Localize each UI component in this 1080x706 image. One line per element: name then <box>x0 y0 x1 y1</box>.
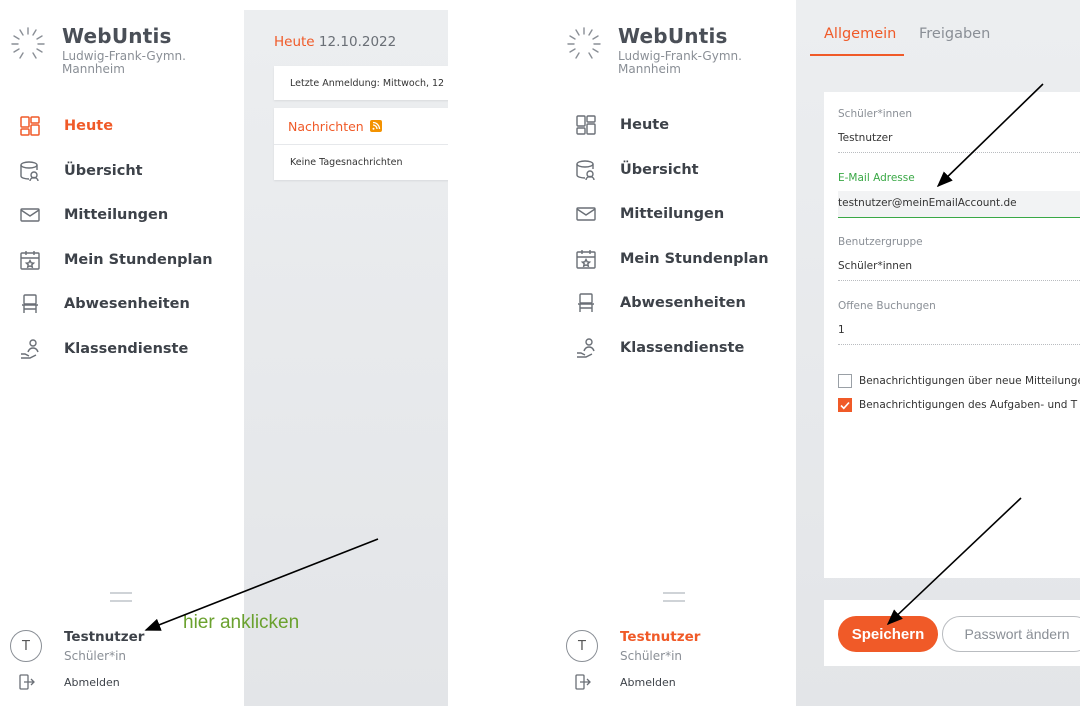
news-empty-text: Keine Tagesnachrichten <box>290 157 403 168</box>
user-name[interactable]: Testnutzer <box>620 629 700 645</box>
sidebar-nav: Heute Übersicht Mitteilungen Mein Stunde… <box>0 104 244 371</box>
sidebar-item-label: Heute <box>64 118 114 135</box>
sidebar-item-uebersicht[interactable]: Übersicht <box>556 148 796 193</box>
app-title: WebUntis <box>618 24 728 48</box>
school-name: Ludwig-Frank-Gymn. Mannheim <box>62 49 186 76</box>
left-screenshot: WebUntis Ludwig-Frank-Gymn. Mannheim Heu… <box>0 0 448 706</box>
active-tab-indicator <box>810 54 904 56</box>
sidebar-nav: Heute Übersicht Mitteilungen Mein Stunde… <box>556 103 796 370</box>
student-name-value: Testnutzer <box>838 132 1080 153</box>
calendar-icon <box>19 249 41 271</box>
logout-icon[interactable] <box>18 673 36 691</box>
logout-link[interactable]: Abmelden <box>64 676 120 689</box>
calendar-icon <box>575 248 597 270</box>
user-name[interactable]: Testnutzer <box>64 629 144 645</box>
user-role: Schüler*in <box>64 649 127 663</box>
sidebar-item-label: Abwesenheiten <box>620 295 746 312</box>
logout-link[interactable]: Abmelden <box>620 676 676 689</box>
field-label: E-Mail Adresse <box>838 172 915 184</box>
brand: WebUntis Ludwig-Frank-Gymn. Mannheim <box>618 24 742 76</box>
chair-icon <box>575 292 597 314</box>
sidebar-item-label: Mein Stundenplan <box>620 250 769 267</box>
field-label: Offene Buchungen <box>838 300 936 312</box>
usergroup-field: Benutzergruppe Schüler*innen <box>838 236 1080 281</box>
brand: WebUntis Ludwig-Frank-Gymn. Mannheim <box>62 24 186 76</box>
overview-icon <box>19 160 41 182</box>
right-screenshot: WebUntis Ludwig-Frank-Gymn. Mannheim Heu… <box>556 0 1080 706</box>
person-hand-icon <box>575 337 597 359</box>
sidebar-item-klassendienste[interactable]: Klassendienste <box>556 326 796 371</box>
profile-tabs: Allgemein Freigaben <box>810 0 1080 58</box>
email-field: E-Mail Adresse testnutzer@meinEmailAccou… <box>838 172 1080 218</box>
sidebar-item-heute[interactable]: Heute <box>556 103 796 148</box>
sidebar-item-label: Abwesenheiten <box>64 296 190 313</box>
sidebar-item-label: Mitteilungen <box>620 206 725 223</box>
sidebar: WebUntis Ludwig-Frank-Gymn. Mannheim Heu… <box>556 0 796 706</box>
open-bookings-field: Offene Buchungen 1 <box>838 300 1080 345</box>
rss-icon[interactable] <box>369 120 382 132</box>
profile-content: Allgemein Freigaben Schüler*innen Testnu… <box>796 0 1080 706</box>
news-header[interactable]: Nachrichten <box>274 108 448 145</box>
avatar[interactable]: T <box>10 630 42 662</box>
person-hand-icon <box>19 338 41 360</box>
chair-icon <box>19 293 41 315</box>
overview-icon <box>575 159 597 181</box>
logout-icon[interactable] <box>574 673 592 691</box>
change-password-button[interactable]: Passwort ändern <box>942 616 1080 652</box>
checkbox-label: Benachrichtigungen über neue Mitteilunge <box>859 375 1080 387</box>
sidebar: WebUntis Ludwig-Frank-Gymn. Mannheim Heu… <box>0 0 244 706</box>
drag-handle-icon[interactable] <box>110 592 132 602</box>
notify-tasks-row[interactable]: Benachrichtigungen des Aufgaben- und T <box>838 398 1077 412</box>
news-card: Nachrichten Keine Tagesnachrichten <box>274 108 448 180</box>
sidebar-item-label: Klassendienste <box>64 340 189 357</box>
avatar[interactable]: T <box>566 630 598 662</box>
student-field: Schüler*innen Testnutzer <box>838 108 1080 153</box>
notify-messages-row[interactable]: Benachrichtigungen über neue Mitteilunge <box>838 374 1080 388</box>
today-date: 12.10.2022 <box>318 34 397 50</box>
action-bar: Speichern Passwort ändern <box>824 600 1080 666</box>
usergroup-value: Schüler*innen <box>838 260 1080 281</box>
sidebar-item-uebersicht[interactable]: Übersicht <box>0 149 244 194</box>
mail-icon <box>19 204 41 226</box>
sidebar-item-klassendienste[interactable]: Klassendienste <box>0 327 244 372</box>
field-label: Schüler*innen <box>838 108 913 120</box>
hint-annotation: hier anklicken <box>183 612 300 633</box>
dashboard-icon <box>19 115 41 137</box>
sidebar-item-abwesenheiten[interactable]: Abwesenheiten <box>556 281 796 326</box>
sidebar-item-label: Mein Stundenplan <box>64 251 213 268</box>
email-input[interactable]: testnutzer@meinEmailAccount.de <box>838 191 1080 218</box>
sidebar-item-mitteilungen[interactable]: Mitteilungen <box>0 193 244 238</box>
sidebar-item-label: Übersicht <box>620 161 699 178</box>
sidebar-item-stundenplan[interactable]: Mein Stundenplan <box>556 237 796 282</box>
tab-freigaben[interactable]: Freigaben <box>919 26 990 42</box>
sidebar-item-mitteilungen[interactable]: Mitteilungen <box>556 192 796 237</box>
mail-icon <box>575 203 597 225</box>
app-title: WebUntis <box>62 24 172 48</box>
sidebar-item-label: Mitteilungen <box>64 207 169 224</box>
notify-messages-checkbox[interactable] <box>838 374 852 388</box>
page-title: Heute 12.10.2022 <box>274 34 397 50</box>
main-content: Heute 12.10.2022 Letzte Anmeldung: Mittw… <box>244 10 448 706</box>
notify-tasks-checkbox[interactable] <box>838 398 852 412</box>
sidebar-item-abwesenheiten[interactable]: Abwesenheiten <box>0 282 244 327</box>
sidebar-item-stundenplan[interactable]: Mein Stundenplan <box>0 238 244 283</box>
sidebar-item-label: Heute <box>620 117 670 134</box>
checkbox-label: Benachrichtigungen des Aufgaben- und T <box>859 399 1078 411</box>
last-login-card: Letzte Anmeldung: Mittwoch, 12 <box>274 66 448 100</box>
webuntis-logo-icon <box>11 27 45 59</box>
user-role: Schüler*in <box>620 649 683 663</box>
school-name: Ludwig-Frank-Gymn. Mannheim <box>618 49 742 76</box>
open-bookings-value: 1 <box>838 324 1080 345</box>
field-label: Benutzergruppe <box>838 236 923 248</box>
sidebar-item-heute[interactable]: Heute <box>0 104 244 149</box>
sidebar-item-label: Übersicht <box>64 162 143 179</box>
sidebar-item-label: Klassendienste <box>620 339 745 356</box>
profile-form: Schüler*innen Testnutzer E-Mail Adresse … <box>824 92 1080 578</box>
drag-handle-icon[interactable] <box>663 592 685 602</box>
webuntis-logo-icon <box>567 27 601 59</box>
dashboard-icon <box>575 114 597 136</box>
save-button[interactable]: Speichern <box>838 616 938 652</box>
tab-allgemein[interactable]: Allgemein <box>824 26 896 42</box>
